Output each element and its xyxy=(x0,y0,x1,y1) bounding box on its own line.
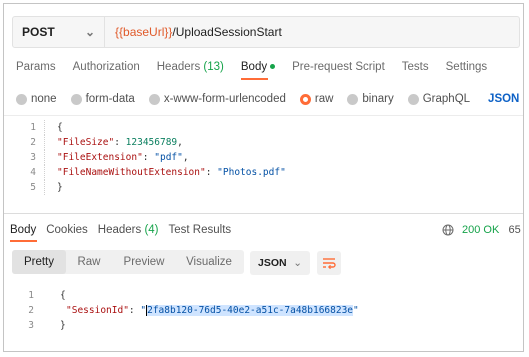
request-body-editor[interactable]: 1 { 2 "FileSize": 123456789, 3 "FileExte… xyxy=(4,120,523,195)
code-line: 2 "FileSize": 123456789, xyxy=(4,135,523,150)
code-line: 2 "SessionId": "2fa8b120-76d5-40e2-a51c-… xyxy=(4,303,523,318)
view-raw-button[interactable]: Raw xyxy=(66,250,112,274)
divider xyxy=(4,115,523,116)
line-number: 2 xyxy=(30,137,36,148)
url-variable: {{baseUrl}} xyxy=(115,25,173,39)
code-line: 3 } xyxy=(4,318,523,333)
view-visualize-button[interactable]: Visualize xyxy=(176,250,242,274)
line-number: 3 xyxy=(28,320,34,331)
view-preview-button[interactable]: Preview xyxy=(112,250,176,274)
headers-count: (13) xyxy=(203,61,224,73)
line-number: 2 xyxy=(28,305,34,316)
tab-headers[interactable]: Headers (13) xyxy=(157,61,224,73)
radio-selected-icon xyxy=(299,93,311,105)
method-select[interactable]: POST ⌄ xyxy=(13,17,105,47)
body-format-select[interactable]: JSON⌄ xyxy=(488,92,523,106)
status-code[interactable]: 200 OK xyxy=(462,224,499,236)
postman-window: POST ⌄ {{baseUrl}}/UploadSessionStart Pa… xyxy=(3,3,524,352)
radio-icon xyxy=(347,93,359,105)
radio-icon xyxy=(70,93,82,105)
active-tab-underline xyxy=(10,240,37,242)
line-number: 1 xyxy=(28,290,34,301)
line-number: 4 xyxy=(30,167,36,178)
globe-icon[interactable] xyxy=(442,224,454,236)
code-line: 1 { xyxy=(4,288,523,303)
radio-none[interactable]: none xyxy=(16,93,57,105)
url-bar: POST ⌄ {{baseUrl}}/UploadSessionStart xyxy=(12,16,520,48)
radio-icon xyxy=(407,93,419,105)
response-time[interactable]: 65 xyxy=(508,224,520,236)
tab-body[interactable]: Body xyxy=(240,61,276,80)
tab-authorization[interactable]: Authorization xyxy=(73,61,140,73)
code-line: 4 "FileNameWithoutExtension": "Photos.pd… xyxy=(4,165,523,180)
radio-icon xyxy=(16,93,27,105)
radio-icon xyxy=(148,93,160,105)
active-tab-underline xyxy=(240,78,268,80)
line-number: 3 xyxy=(30,152,36,163)
code-line: 3 "FileExtension": "pdf", xyxy=(4,150,523,165)
radio-binary[interactable]: binary xyxy=(347,93,394,105)
response-format-select[interactable]: JSON ⌄ xyxy=(250,251,310,275)
response-tab-cookies[interactable]: Cookies xyxy=(46,224,88,236)
response-tab-test-results[interactable]: Test Results xyxy=(169,224,232,236)
divider xyxy=(4,213,523,214)
response-tab-body[interactable]: Body xyxy=(10,224,36,236)
radio-raw[interactable]: raw xyxy=(299,93,333,105)
radio-graphql[interactable]: GraphQL xyxy=(407,93,470,105)
tab-pre-request-script[interactable]: Pre-request Script xyxy=(292,61,385,73)
response-tab-headers[interactable]: Headers (4) xyxy=(98,224,159,236)
line-number: 5 xyxy=(30,182,36,193)
radio-form-data[interactable]: form-data xyxy=(70,93,135,105)
tab-tests[interactable]: Tests xyxy=(402,61,429,73)
wrap-lines-icon xyxy=(323,258,336,269)
method-label: POST xyxy=(22,25,55,39)
radio-x-www-form-urlencoded[interactable]: x-www-form-urlencoded xyxy=(148,93,286,105)
response-body-viewer[interactable]: 1 { 2 "SessionId": "2fa8b120-76d5-40e2-a… xyxy=(4,288,523,333)
tab-settings[interactable]: Settings xyxy=(446,61,488,73)
request-tabs: Params Authorization Headers (13) Body P… xyxy=(16,61,504,80)
view-pretty-button[interactable]: Pretty xyxy=(12,250,66,274)
view-mode-bar: Pretty Raw Preview Visualize xyxy=(12,250,244,274)
response-tabs: Body Cookies Headers (4) Test Results xyxy=(10,224,241,236)
wrap-lines-button[interactable] xyxy=(317,251,341,275)
modified-dot-icon xyxy=(270,64,276,70)
response-status: 200 OK 65 xyxy=(442,224,521,236)
chevron-down-icon: ⌄ xyxy=(84,25,95,39)
code-line: 5 } xyxy=(4,180,523,195)
url-input[interactable]: {{baseUrl}}/UploadSessionStart xyxy=(105,25,282,39)
selected-session-id[interactable]: 2fa8b120-76d5-40e2-a51c-7a48b166823e xyxy=(147,305,354,316)
tab-params[interactable]: Params xyxy=(16,61,56,73)
body-type-options: none form-data x-www-form-urlencoded raw… xyxy=(16,92,523,106)
code-line: 1 { xyxy=(4,120,523,135)
chevron-down-icon: ⌄ xyxy=(293,257,302,269)
response-headers-count: (4) xyxy=(144,224,159,236)
line-number: 1 xyxy=(30,122,36,133)
url-path: /UploadSessionStart xyxy=(172,25,282,39)
